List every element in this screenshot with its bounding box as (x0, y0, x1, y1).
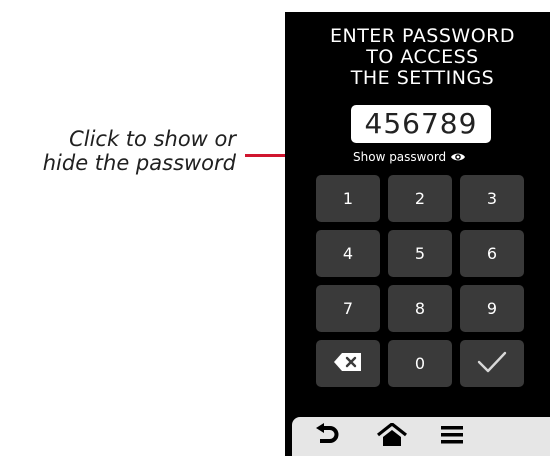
device-screen: ENTER PASSWORD TO ACCESS THE SETTINGS 45… (285, 12, 550, 456)
callout-text: Click to show or hide the password (0, 127, 236, 175)
menu-button[interactable] (438, 423, 466, 451)
key-0[interactable]: 0 (388, 340, 452, 387)
key-1[interactable]: 1 (316, 175, 380, 222)
menu-icon (440, 424, 464, 450)
back-button[interactable] (314, 423, 342, 451)
callout-line-1: Click to show or (69, 127, 236, 151)
key-8[interactable]: 8 (388, 285, 452, 332)
stage: Click to show or hide the password ENTER… (0, 0, 550, 456)
home-icon (377, 421, 407, 451)
key-3[interactable]: 3 (460, 175, 524, 222)
key-2[interactable]: 2 (388, 175, 452, 222)
home-button[interactable] (377, 421, 407, 451)
callout-line-2: hide the password (42, 151, 236, 175)
key-9[interactable]: 9 (460, 285, 524, 332)
keypad: 1 2 3 4 5 6 7 8 9 0 (316, 175, 524, 387)
show-password-toggle[interactable]: Show password (353, 148, 466, 166)
show-password-label: Show password (353, 150, 447, 164)
key-5[interactable]: 5 (388, 230, 452, 277)
key-6[interactable]: 6 (460, 230, 524, 277)
page-title: ENTER PASSWORD TO ACCESS THE SETTINGS (285, 26, 550, 89)
backspace-icon (333, 352, 363, 376)
title-line-3: THE SETTINGS (350, 67, 495, 89)
key-4[interactable]: 4 (316, 230, 380, 277)
bottom-nav (292, 417, 550, 456)
password-field[interactable]: 456789 (351, 105, 491, 143)
backspace-button[interactable] (316, 340, 380, 387)
eye-icon (450, 149, 466, 165)
title-line-2: TO ACCESS (366, 46, 479, 68)
key-7[interactable]: 7 (316, 285, 380, 332)
confirm-button[interactable] (460, 340, 524, 387)
back-icon (315, 423, 341, 451)
title-line-1: ENTER PASSWORD (329, 25, 515, 47)
checkmark-icon (476, 350, 508, 378)
